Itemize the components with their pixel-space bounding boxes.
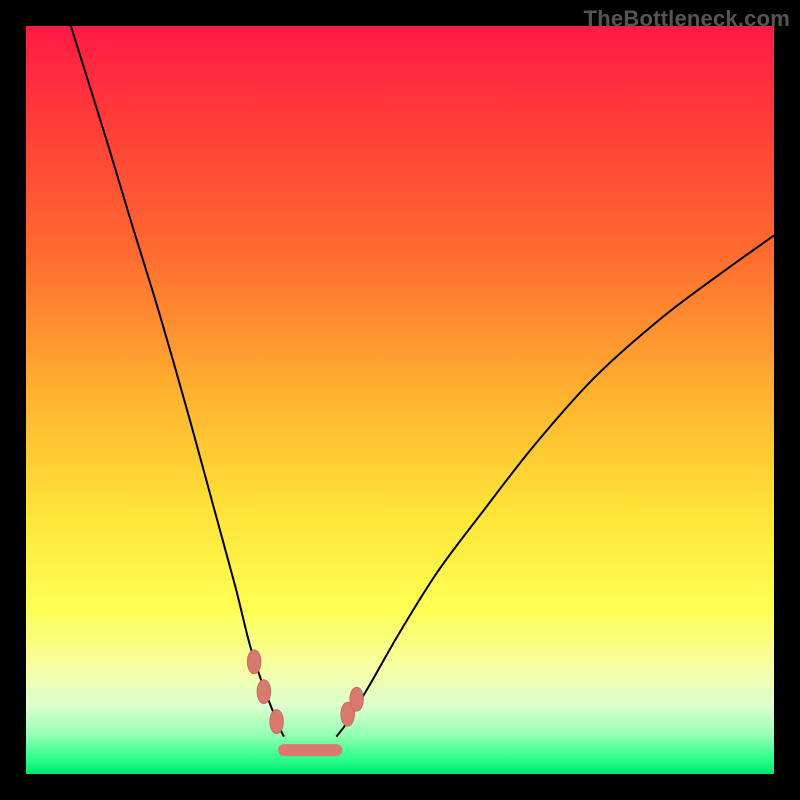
chart-frame: TheBottleneck.com	[0, 0, 800, 800]
curve-marker	[247, 650, 260, 674]
chart-overlay	[26, 26, 774, 774]
curve-left-arm	[71, 26, 284, 737]
curve-marker	[270, 710, 283, 734]
watermark-label: TheBottleneck.com	[584, 6, 790, 32]
curve-marker	[350, 687, 363, 711]
curve-markers	[247, 650, 363, 734]
curve-marker	[257, 680, 270, 704]
curve-right-arm	[336, 235, 774, 736]
